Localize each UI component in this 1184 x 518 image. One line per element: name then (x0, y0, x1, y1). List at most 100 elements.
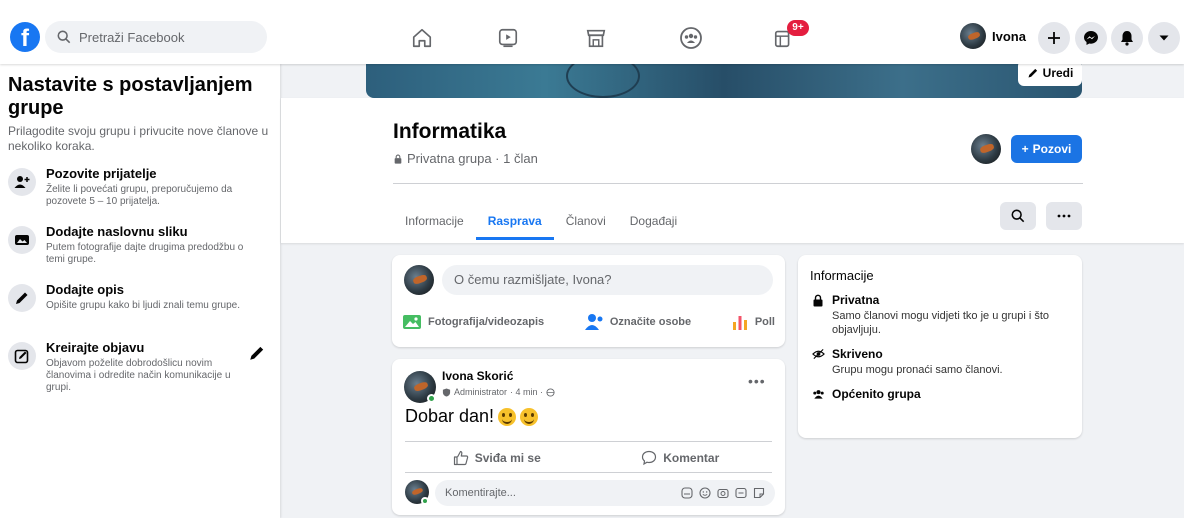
photo-icon (8, 226, 36, 254)
tab-dogadaji[interactable]: Događaji (618, 203, 689, 240)
comment-tools (681, 487, 765, 499)
avatar (960, 23, 986, 49)
more-icon (1057, 214, 1071, 218)
divider (405, 441, 772, 442)
setup-sidebar: Nastavite s postavljanjem grupe Prilagod… (0, 64, 280, 518)
info-item-private: Privatna Samo članovi mogu vidjeti tko j… (810, 293, 1070, 337)
post-role: Administrator (454, 387, 508, 397)
edit-post-icon (8, 342, 36, 370)
action-label: Označite osobe (609, 316, 692, 328)
camera-icon[interactable] (717, 487, 729, 499)
avatar (971, 134, 1001, 164)
tab-clanovi[interactable]: Članovi (554, 203, 618, 240)
post-composer: O čemu razmišljate, Ivona? Fotografija/v… (392, 255, 785, 347)
post-text: Dobar dan! (405, 406, 495, 426)
top-navigation-bar: f Pretraži Facebook 9+ Ivona (0, 0, 1184, 64)
sticker-icon[interactable] (753, 487, 765, 499)
avatar (404, 265, 434, 295)
marketplace-icon[interactable] (582, 24, 610, 52)
admin-shield-icon (442, 387, 451, 397)
thumbs-up-icon (453, 450, 468, 466)
profile-name: Ivona (992, 28, 1026, 44)
tab-rasprava[interactable]: Rasprava (475, 203, 554, 240)
notifications-icon (1121, 31, 1133, 46)
facebook-logo[interactable]: f (10, 22, 40, 52)
tag-people-button[interactable]: Označite osobe (584, 313, 691, 331)
like-button[interactable]: Sviđa mi se (405, 447, 589, 469)
notification-badge: 9+ (787, 20, 809, 36)
poll-button[interactable]: Poll (731, 313, 775, 331)
info-heading: Informacije (810, 268, 874, 283)
watch-icon[interactable] (494, 24, 522, 52)
search-icon (57, 30, 71, 44)
profile-chip[interactable]: Ivona (960, 23, 1026, 49)
invite-label: Pozovi (1032, 142, 1072, 156)
more-options-button[interactable] (1046, 202, 1082, 230)
add-friend-icon (8, 168, 36, 196)
info-title: Skriveno (832, 347, 883, 361)
pencil-icon[interactable] (248, 344, 266, 367)
home-icon[interactable] (408, 24, 436, 52)
comment-icon (642, 450, 657, 466)
post-meta: Administrator · 4 min · (442, 387, 555, 397)
smile-emoji-icon (520, 407, 539, 426)
info-description: Samo članovi mogu vidjeti tko je u grupi… (832, 310, 1050, 336)
step-title: Kreirajte objavu (46, 340, 145, 355)
gif-icon[interactable] (735, 487, 747, 499)
step-add-cover-photo[interactable]: Dodajte naslovnu sliku Putem fotografije… (8, 224, 272, 270)
invite-button[interactable]: + Pozovi (1011, 135, 1082, 163)
sidebar-title: Nastavite s postavljanjem grupe (8, 74, 253, 119)
create-button[interactable] (1038, 22, 1070, 54)
info-item-general: Općenito grupa (810, 387, 1070, 401)
lock-icon (813, 294, 823, 307)
post-card: Ivona Skorić Administrator · 4 min · •••… (392, 359, 785, 515)
step-add-description[interactable]: Dodajte opis Opišite grupu kako bi ljudi… (8, 282, 272, 328)
group-header: Informatika Privatna grupa · 1 član + Po… (281, 98, 1184, 243)
group-info-card: Informacije Privatna Samo članovi mogu v… (798, 255, 1082, 438)
notifications-button[interactable] (1111, 22, 1143, 54)
step-title: Dodajte naslovnu sliku (46, 224, 188, 239)
messenger-button[interactable] (1075, 22, 1107, 54)
group-name: Informatika (393, 120, 507, 143)
emoji-icon[interactable] (699, 487, 711, 499)
tab-informacije[interactable]: Informacije (393, 203, 476, 240)
cover-photo (366, 64, 1082, 98)
info-description: Grupu mogu pronaći samo članovi. (832, 364, 1003, 376)
groups-icon[interactable] (677, 24, 705, 52)
avatar-sticker-icon[interactable] (681, 487, 693, 499)
group-tabs: Informacije Rasprava Članovi Događaji (393, 203, 689, 240)
info-title: Privatna (832, 293, 880, 307)
plus-icon (1048, 32, 1060, 44)
search-input[interactable]: Pretraži Facebook (45, 21, 267, 53)
comment-row: Komentirajte... (405, 480, 775, 508)
comment-button[interactable]: Komentar (589, 447, 773, 469)
action-label: Poll (754, 316, 775, 328)
post-author[interactable]: Ivona Skorić (442, 369, 513, 383)
step-description: Putem fotografije dajte drugima predodžb… (46, 242, 244, 265)
online-indicator (421, 497, 429, 505)
step-invite-friends[interactable]: Pozovite prijatelje Želite li povećati g… (8, 166, 272, 212)
edit-label: Uredi (1042, 66, 1074, 80)
group-meta: Privatna grupa · 1 član (393, 151, 538, 166)
account-menu-button[interactable] (1148, 22, 1180, 54)
composer-input[interactable]: O čemu razmišljate, Ivona? (442, 265, 773, 295)
group-search-button[interactable] (1000, 202, 1036, 230)
info-item-hidden: Skriveno Grupu mogu pronaći samo članovi… (810, 347, 1070, 377)
chevron-down-icon (1159, 35, 1169, 41)
divider (393, 183, 1083, 184)
comment-label: Komentar (663, 451, 720, 465)
photo-video-button[interactable]: Fotografija/videozapis (402, 313, 544, 331)
smile-emoji-icon (498, 407, 517, 426)
step-description: Opišite grupu kako bi ljudi znali temu g… (46, 300, 240, 311)
post-more-icon[interactable]: ••• (748, 373, 766, 389)
post-body: Dobar dan! (405, 406, 539, 427)
sidebar-intro: Prilagodite svoju grupu i privucite nove… (8, 124, 269, 153)
step-create-post[interactable]: Kreirajte objavu Objavom poželite dobrod… (8, 340, 272, 394)
like-label: Sviđa mi se (474, 451, 541, 465)
step-title: Pozovite prijatelje (46, 166, 157, 181)
step-description: Objavom poželite dobrodošlicu novim član… (46, 358, 231, 393)
post-time[interactable]: · 4 min · (510, 387, 543, 397)
messenger-icon (1084, 31, 1098, 45)
divider (405, 472, 772, 473)
audience-icon (546, 387, 555, 397)
